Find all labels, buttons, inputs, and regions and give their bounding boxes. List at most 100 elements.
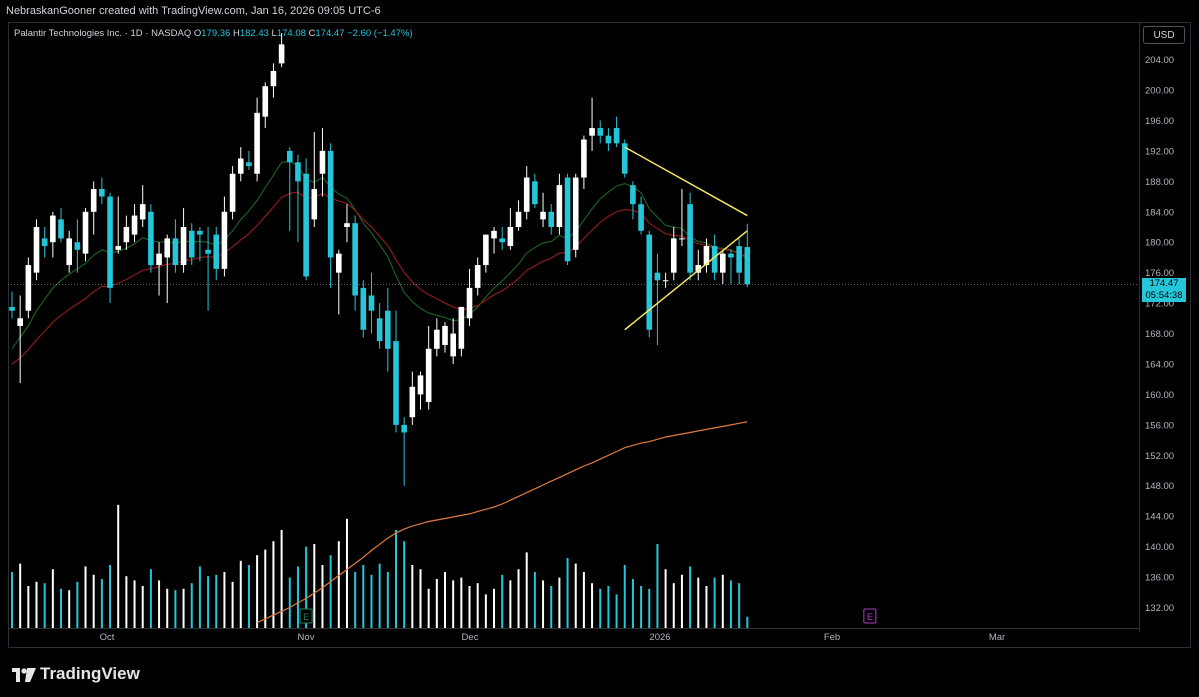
time-tick-label: Mar [989,632,1005,643]
chart-plot[interactable]: 132.00 136.00 140.00 144.00 148.00 152.00 156.… [0,0,1199,697]
candle-body [311,188,318,220]
candle-body [213,234,220,269]
volume-bar [296,566,299,628]
candle-body [115,246,122,250]
volume-bar [517,569,520,628]
volume-bar [460,577,463,628]
candle-body [164,238,171,258]
volume-bar [19,563,22,628]
candle-body [254,112,260,174]
volume-bar [109,565,112,628]
price-tick-label: 156.00 [1145,420,1174,431]
candle-body [278,44,285,64]
volume-bar [615,594,618,628]
candle-body [417,375,424,395]
candle-body [17,318,23,326]
candle-body [613,128,620,144]
price-tick-label: 168.00 [1145,329,1174,340]
candle-body [654,272,661,281]
candle-body [466,287,473,319]
volume-bar [509,580,512,628]
volume-bar [525,552,528,628]
volume-bar [640,586,643,628]
volume-bar [729,580,732,628]
countdown-tag: 05:54:38 [1142,290,1186,302]
volume-bar [247,565,250,628]
candle-body [205,249,211,254]
volume-bar [599,588,602,628]
candle-body [33,227,40,273]
volume-bar [337,541,340,628]
candle-body [172,238,179,266]
volume-bar [550,586,553,628]
candle-body [393,341,399,425]
candle-body [532,181,538,205]
candle-body [246,162,252,167]
candle-body [442,325,448,345]
candle-body [156,253,162,266]
volume-bar [558,577,561,628]
candle-body [376,318,383,342]
volume-bar [452,580,455,628]
candle-body [662,280,669,282]
volume-bar [680,574,683,628]
candle-body [401,424,407,433]
volume-bar [607,586,610,628]
candle-body [679,238,685,240]
candle-body [50,215,56,243]
candle-body [597,128,604,136]
volume-bar [591,583,594,628]
volume-bar [198,566,201,628]
price-tick-label: 160.00 [1145,390,1174,401]
candle-body [221,211,228,269]
volume-bar [362,565,365,628]
volume-bar [386,572,389,628]
volume-bar [542,580,545,628]
price-tick-label: 152.00 [1145,451,1174,462]
candle-body [572,177,579,250]
candle-body [434,329,440,349]
candle-body [564,177,571,262]
candle-body [507,227,514,247]
volume-bar [672,583,675,628]
candle-body [736,246,742,273]
candle-body [515,211,522,227]
volume-bar [738,583,741,628]
candle-body [670,238,677,273]
volume-bar [468,586,471,628]
volume-bar [656,544,659,628]
tradingview-logo[interactable]: TradingView [12,664,140,684]
price-tick-label: 196.00 [1145,116,1174,127]
volume-bar [493,588,496,628]
candle-body [66,238,72,266]
candle-body [41,238,48,247]
volume-bar [664,569,667,628]
price-tick-label: 136.00 [1145,573,1174,584]
brand-name: TradingView [40,664,140,683]
volume-bar [51,569,54,628]
volume-bar [60,588,63,628]
candle-body [499,238,505,243]
candle-body [197,230,203,235]
price-tick-label: 132.00 [1145,603,1174,614]
candle-body [360,287,367,330]
earnings-marker-label: E [867,612,873,622]
volume-bar [582,572,585,628]
candle-body [262,86,269,117]
volume-bar [313,544,316,628]
candle-body [188,230,195,258]
volume-bar [321,565,324,628]
candle-body [638,204,644,231]
volume-bar [215,574,218,628]
volume-bar [566,558,569,628]
volume-bar [264,549,267,628]
candle-body [131,215,138,235]
candle-body [548,211,555,227]
price-tick-label: 148.00 [1145,481,1174,492]
volume-bar [231,581,234,628]
volume-bar [705,586,708,628]
volume-bar [354,572,357,628]
tradingview-screenshot: NebraskanGooner created with TradingView… [0,0,1199,697]
volume-bar [713,577,716,628]
last-price-tag: 174.47 [1142,278,1186,290]
